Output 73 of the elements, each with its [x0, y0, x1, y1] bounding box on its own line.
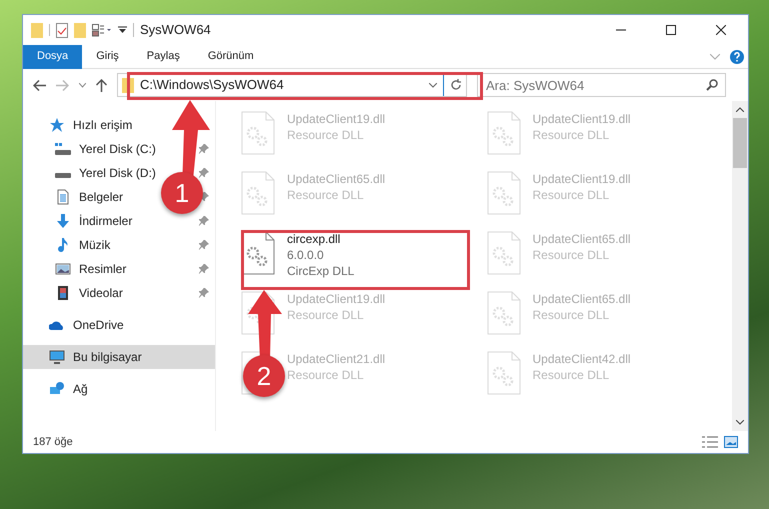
- up-arrow-icon[interactable]: [96, 78, 107, 92]
- picture-icon: [55, 261, 71, 277]
- dll-file-icon: [486, 291, 520, 335]
- help-icon[interactable]: [730, 50, 744, 64]
- nav-item[interactable]: Müzik: [79, 236, 110, 254]
- file-detail: Resource DLL: [532, 187, 610, 203]
- dll-file-icon: [241, 231, 275, 275]
- nav-item[interactable]: Yerel Disk (C:): [79, 140, 156, 158]
- nav-item[interactable]: Ağ: [73, 380, 88, 398]
- pin-icon[interactable]: [199, 168, 209, 178]
- monitor-icon: [49, 349, 65, 365]
- file-detail: Resource DLL: [287, 187, 365, 203]
- star-icon: [49, 117, 65, 133]
- address-bar[interactable]: C:\Windows\SysWOW64: [117, 73, 467, 97]
- drive-icon: [55, 173, 71, 178]
- film-icon: [55, 285, 71, 301]
- dll-file-icon: [486, 111, 520, 155]
- scrollbar-thumb[interactable]: [733, 118, 747, 168]
- file-detail: Resource DLL: [287, 127, 365, 143]
- scroll-down-icon[interactable]: [736, 420, 744, 425]
- window-title: SysWOW64: [140, 21, 211, 40]
- ribbon-tab[interactable]: Paylaş: [132, 44, 194, 68]
- details-view-icon[interactable]: [702, 436, 718, 448]
- scroll-up-icon[interactable]: [736, 107, 744, 112]
- pin-icon[interactable]: [199, 240, 209, 250]
- document-icon: [55, 189, 71, 205]
- drive-icon: [55, 141, 71, 157]
- file-detail: CircExp DLL: [287, 263, 354, 279]
- file-detail: Resource DLL: [532, 367, 610, 383]
- pin-icon[interactable]: [199, 288, 209, 298]
- large-icons-view-icon[interactable]: [724, 436, 738, 448]
- properties-icon[interactable]: [56, 22, 68, 38]
- download-arrow-icon: [55, 213, 71, 229]
- file-detail: Resource DLL: [287, 307, 365, 323]
- nav-item[interactable]: İndirmeler: [79, 212, 132, 230]
- pin-icon[interactable]: [199, 144, 209, 154]
- nav-item[interactable]: Hızlı erişim: [73, 116, 132, 134]
- item-count: 187 öğe: [33, 434, 74, 450]
- search-icon[interactable]: [706, 79, 718, 91]
- file-name[interactable]: circexp.dll: [287, 231, 354, 247]
- file-detail: 6.0.0.0: [287, 247, 325, 263]
- search-field[interactable]: Ara: SysWOW64: [477, 73, 726, 97]
- nav-item[interactable]: OneDrive: [73, 316, 124, 334]
- back-arrow-icon[interactable]: [33, 80, 46, 90]
- file-detail: Resource DLL: [287, 367, 365, 383]
- dll-file-icon: [486, 171, 520, 215]
- nav-item[interactable]: Resimler: [79, 260, 126, 278]
- chevron-down-icon[interactable]: [429, 82, 437, 88]
- close-icon[interactable]: [716, 25, 726, 35]
- maximize-icon[interactable]: [666, 25, 676, 35]
- pin-icon[interactable]: [199, 264, 209, 274]
- ribbon-tab[interactable]: Görünüm: [194, 44, 268, 68]
- ribbon-tab[interactable]: Giriş: [82, 44, 133, 68]
- nav-item[interactable]: Yerel Disk (D:): [79, 164, 156, 182]
- ribbon-tab[interactable]: Dosya: [23, 44, 82, 68]
- scrollbar[interactable]: [732, 101, 748, 431]
- file-detail: Resource DLL: [532, 127, 610, 143]
- address-path: C:\Windows\SysWOW64: [140, 76, 284, 94]
- refresh-icon[interactable]: [450, 79, 462, 91]
- file-detail: Resource DLL: [532, 247, 610, 263]
- nav-item[interactable]: Belgeler: [79, 188, 124, 206]
- network-icon: [49, 381, 65, 397]
- nav-item[interactable]: Videolar: [79, 284, 123, 302]
- dll-file-icon: [241, 171, 275, 215]
- view-icon[interactable]: [92, 24, 112, 36]
- chevron-down-icon[interactable]: [79, 82, 86, 88]
- dll-file-icon: [486, 231, 520, 275]
- dll-file-icon: [241, 111, 275, 155]
- customize-toolbar-icon[interactable]: [118, 26, 127, 34]
- file-detail: Resource DLL: [532, 307, 610, 323]
- pin-icon[interactable]: [199, 216, 209, 226]
- nav-item[interactable]: Bu bilgisayar: [73, 348, 142, 366]
- dll-file-icon: [486, 351, 520, 395]
